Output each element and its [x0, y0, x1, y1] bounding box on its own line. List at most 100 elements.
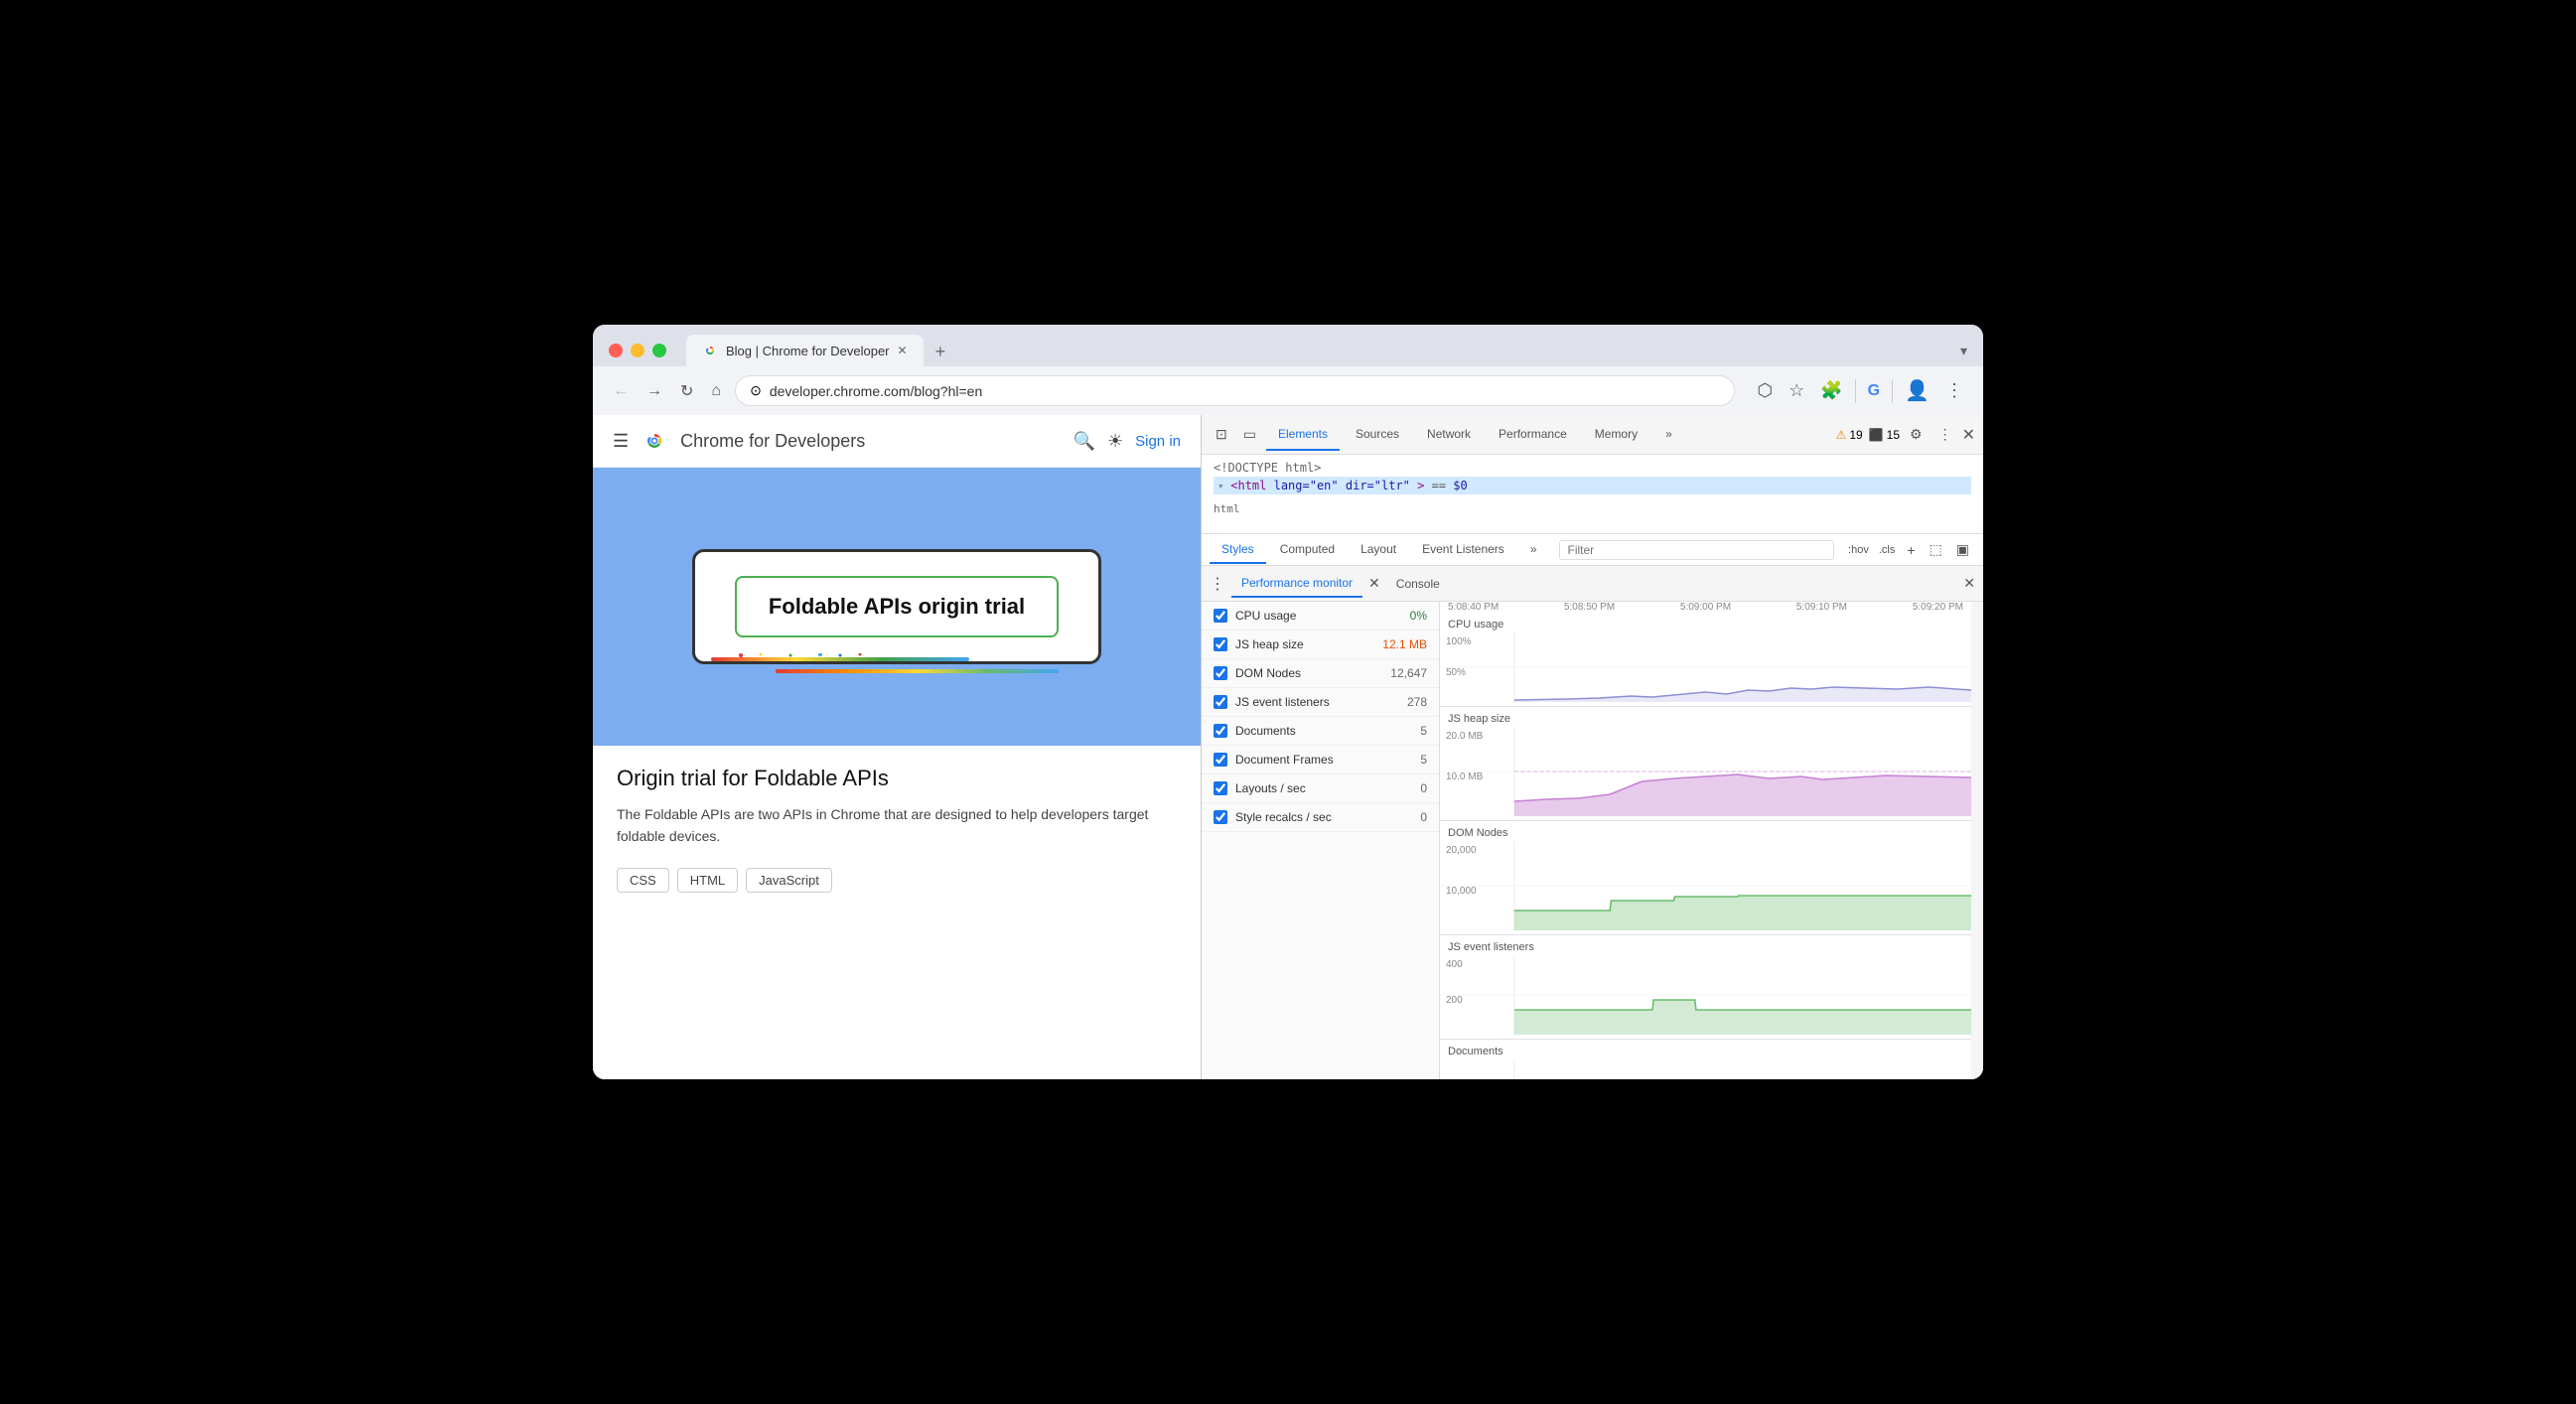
perf-content: CPU usage 0% JS heap size 12.1 MB DOM No… [1202, 602, 1983, 1079]
cpu-label: CPU usage [1235, 609, 1360, 623]
events-chart-area: 400 200 [1440, 955, 1971, 1035]
styles-filter-input[interactable] [1559, 540, 1835, 560]
tab-elements[interactable]: Elements [1266, 419, 1340, 451]
extensions-button[interactable]: 🧩 [1816, 376, 1846, 405]
time-label-4: 5:09:20 PM [1913, 602, 1963, 613]
styles-add-button[interactable]: + [1901, 538, 1921, 562]
tag-html[interactable]: HTML [677, 868, 738, 893]
close-window-button[interactable] [609, 344, 623, 357]
errors-indicator[interactable]: ⬛ 15 [1869, 428, 1900, 442]
article-heading: Origin trial for Foldable APIs [617, 766, 1177, 791]
dom-checkbox[interactable] [1214, 666, 1227, 680]
styles-tab-layout[interactable]: Layout [1349, 536, 1408, 564]
styles-label: Style recalcs / sec [1235, 810, 1360, 824]
charts-scrollbar[interactable] [1971, 602, 1983, 1079]
bookmark-button[interactable]: ☆ [1785, 376, 1808, 405]
maximize-window-button[interactable] [652, 344, 666, 357]
frames-label: Document Frames [1235, 753, 1360, 767]
home-button[interactable]: ⌂ [707, 378, 725, 404]
html-tag-line[interactable]: ▾ <html lang="en" dir="ltr" > == $0 [1214, 477, 1971, 494]
refresh-button[interactable]: ↻ [676, 377, 697, 405]
back-button[interactable]: ← [609, 378, 633, 404]
devtools-more-button[interactable]: ⋮ [1932, 422, 1958, 447]
drawer-close-button[interactable]: ✕ [1963, 575, 1975, 592]
html-opening-tag: <html [1230, 479, 1273, 492]
styles-tab-event-listeners[interactable]: Event Listeners [1410, 536, 1516, 564]
google-button[interactable]: G [1864, 378, 1884, 404]
title-bar: Blog | Chrome for Developer ✕ + ▾ [593, 325, 1983, 366]
cls-button[interactable]: .cls [1879, 544, 1896, 556]
devtools-settings-button[interactable]: ⚙ [1904, 422, 1929, 447]
traffic-lights [609, 344, 666, 357]
tab-title: Blog | Chrome for Developer [726, 344, 890, 358]
styles-checkbox[interactable] [1214, 810, 1227, 824]
warnings-indicator[interactable]: ⚠ 19 [1836, 428, 1863, 442]
cast-button[interactable]: ⬡ [1753, 376, 1777, 405]
heap-label: JS heap size [1235, 637, 1360, 651]
article-card-inner: Foldable APIs origin trial [735, 576, 1059, 637]
heap-value: 12.1 MB [1367, 637, 1427, 651]
styles-computed-button[interactable]: ▣ [1950, 537, 1975, 562]
documents-chart-svg [1440, 1059, 1971, 1079]
article-section: Foldable APIs origin trial [593, 468, 1201, 1079]
dom-chart-section: DOM Nodes 20,000 10,000 [1440, 821, 1971, 935]
profile-button[interactable]: 👤 [1901, 374, 1933, 407]
warnings-count: 19 [1849, 428, 1862, 442]
tab-sources[interactable]: Sources [1344, 419, 1411, 451]
tab-expand-icon[interactable]: ▾ [1960, 343, 1967, 359]
frames-checkbox[interactable] [1214, 753, 1227, 767]
tab-more[interactable]: » [1653, 419, 1684, 451]
address-bar[interactable]: ⊙ developer.chrome.com/blog?hl=en [735, 375, 1735, 406]
perf-monitor-close-tab-button[interactable]: ✕ [1368, 575, 1380, 592]
minimize-window-button[interactable] [631, 344, 644, 357]
theme-toggle-button[interactable]: ☀ [1107, 431, 1123, 452]
html-dir-attr: dir= [1346, 479, 1374, 492]
tag-javascript[interactable]: JavaScript [746, 868, 832, 893]
device-toolbar-button[interactable]: ▭ [1237, 422, 1262, 447]
doctype-line: <!DOCTYPE html> [1214, 461, 1971, 475]
styles-layout-button[interactable]: ⬚ [1924, 537, 1948, 562]
layouts-checkbox[interactable] [1214, 781, 1227, 795]
performance-monitor: ⋮ Performance monitor ✕ Console ✕ CPU us… [1202, 566, 1983, 1079]
menu-button[interactable]: ⋮ [1941, 376, 1967, 405]
search-button[interactable]: 🔍 [1073, 431, 1095, 452]
styles-tab-computed[interactable]: Computed [1268, 536, 1347, 564]
events-checkbox[interactable] [1214, 695, 1227, 709]
new-tab-button[interactable]: + [928, 338, 954, 366]
styles-tab-more[interactable]: » [1518, 536, 1549, 564]
tag-css[interactable]: CSS [617, 868, 669, 893]
styles-toolbar: Styles Computed Layout Event Listeners »… [1202, 534, 1983, 566]
rainbow-underline [711, 653, 969, 665]
heap-checkbox[interactable] [1214, 637, 1227, 651]
element-breadcrumb: html [1214, 502, 1971, 515]
tab-close-button[interactable]: ✕ [898, 344, 908, 357]
tab-network[interactable]: Network [1415, 419, 1483, 451]
heap-chart-section: JS heap size 20.0 MB 10.0 MB [1440, 707, 1971, 821]
perf-monitor-tab[interactable]: Performance monitor [1231, 570, 1362, 598]
docs-checkbox[interactable] [1214, 724, 1227, 738]
main-content: ☰ Chrome for Developers 🔍 ☀ Sign in [593, 415, 1983, 1079]
docs-label: Documents [1235, 724, 1360, 738]
perf-monitor-dots[interactable]: ⋮ [1210, 574, 1225, 594]
cpu-value: 0% [1367, 609, 1427, 623]
forward-button[interactable]: → [643, 378, 666, 404]
hov-button[interactable]: :hov [1848, 544, 1869, 556]
inspector-button[interactable]: ⊡ [1210, 422, 1233, 447]
dom-chart-svg [1440, 841, 1971, 930]
perf-monitor-toolbar: ⋮ Performance monitor ✕ Console ✕ [1202, 566, 1983, 602]
styles-tab-styles[interactable]: Styles [1210, 536, 1266, 564]
hamburger-menu-button[interactable]: ☰ [613, 431, 629, 452]
cpu-chart-area: 100% 50% [1440, 632, 1971, 702]
tab-memory[interactable]: Memory [1583, 419, 1649, 451]
html-lang-attr: lang= [1274, 479, 1310, 492]
sign-in-button[interactable]: Sign in [1135, 433, 1181, 450]
heap-chart-svg [1440, 727, 1971, 816]
tab-performance[interactable]: Performance [1487, 419, 1579, 451]
dom-value: 12,647 [1367, 666, 1427, 680]
active-tab[interactable]: Blog | Chrome for Developer ✕ [686, 335, 924, 366]
cpu-checkbox[interactable] [1214, 609, 1227, 623]
layouts-label: Layouts / sec [1235, 781, 1360, 795]
console-tab[interactable]: Console [1386, 571, 1450, 597]
site-name: Chrome for Developers [680, 431, 1061, 452]
devtools-close-button[interactable]: ✕ [1962, 425, 1975, 445]
